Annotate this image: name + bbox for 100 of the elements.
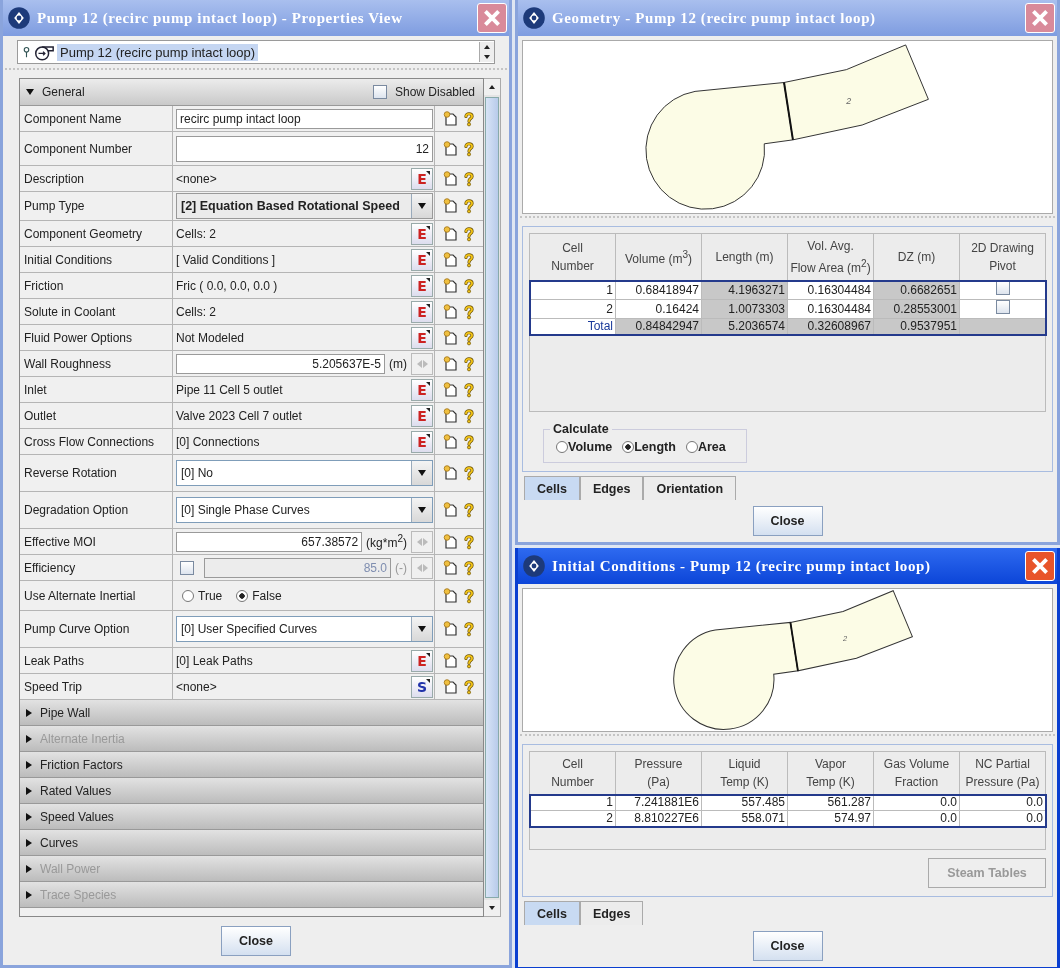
text-field[interactable]: recirc pump intact loop xyxy=(176,108,433,129)
help-icon[interactable] xyxy=(461,329,476,346)
document-icon[interactable] xyxy=(442,140,459,157)
tab[interactable]: Cells xyxy=(524,476,580,500)
close-button[interactable]: Close xyxy=(752,931,823,961)
dropdown[interactable]: [0] Single Phase Curves xyxy=(176,497,433,523)
radio-button[interactable] xyxy=(236,589,249,602)
document-icon[interactable] xyxy=(442,621,459,637)
close-window-button[interactable] xyxy=(477,3,507,33)
document-icon[interactable] xyxy=(442,587,459,604)
edit-button[interactable]: E xyxy=(411,222,433,245)
radio-button[interactable] xyxy=(182,589,194,602)
help-icon[interactable] xyxy=(461,587,476,604)
checkbox[interactable] xyxy=(372,85,387,99)
expand-toggle-icon[interactable] xyxy=(26,890,32,899)
help-icon[interactable] xyxy=(461,407,476,424)
help-icon[interactable] xyxy=(461,559,476,576)
document-icon[interactable] xyxy=(442,678,459,695)
checkbox[interactable] xyxy=(180,560,194,575)
help-icon[interactable] xyxy=(461,303,476,320)
section-header[interactable]: Rated Values xyxy=(20,778,483,804)
edit-button[interactable]: E xyxy=(411,430,433,453)
document-icon[interactable] xyxy=(442,533,459,550)
section-header[interactable]: Speed Values xyxy=(20,804,483,830)
document-icon[interactable] xyxy=(442,355,459,372)
edit-button[interactable]: E xyxy=(411,378,433,401)
radio-button[interactable] xyxy=(622,441,635,453)
expand-toggle-icon[interactable] xyxy=(26,708,32,717)
expand-toggle-icon[interactable] xyxy=(26,786,32,795)
section-header[interactable]: General Show Disabled xyxy=(20,79,483,106)
help-icon[interactable] xyxy=(461,170,476,187)
help-icon[interactable] xyxy=(461,533,476,550)
document-icon[interactable] xyxy=(442,465,459,481)
number-field[interactable]: 5.205637E-5 xyxy=(176,353,385,374)
section-header[interactable]: Curves xyxy=(20,830,483,856)
help-icon[interactable] xyxy=(461,502,476,518)
expand-toggle-icon[interactable] xyxy=(26,760,32,769)
radio-button[interactable] xyxy=(685,441,698,453)
document-icon[interactable] xyxy=(442,170,459,187)
help-icon[interactable] xyxy=(461,355,476,372)
help-icon[interactable] xyxy=(461,678,476,695)
help-icon[interactable] xyxy=(461,465,476,481)
document-icon[interactable] xyxy=(442,433,459,450)
edit-button[interactable]: E xyxy=(411,649,433,672)
tab[interactable]: Edges xyxy=(579,476,644,500)
document-icon[interactable] xyxy=(442,251,459,268)
document-icon[interactable] xyxy=(442,303,459,320)
document-icon[interactable] xyxy=(442,559,459,576)
document-icon[interactable] xyxy=(442,502,459,518)
help-icon[interactable] xyxy=(461,251,476,268)
document-icon[interactable] xyxy=(442,329,459,346)
document-icon[interactable] xyxy=(442,277,459,294)
expand-toggle-icon[interactable] xyxy=(26,812,32,821)
document-icon[interactable] xyxy=(442,198,459,214)
help-icon[interactable] xyxy=(461,140,476,157)
edit-button[interactable]: E xyxy=(411,248,433,271)
tab[interactable]: Orientation xyxy=(643,476,737,500)
dropdown[interactable]: [2] Equation Based Rotational Speed xyxy=(176,193,433,219)
help-icon[interactable] xyxy=(461,381,476,398)
close-window-button[interactable] xyxy=(1025,551,1055,581)
close-window-button[interactable] xyxy=(1025,3,1055,33)
help-icon[interactable] xyxy=(461,110,476,127)
tab[interactable]: Cells xyxy=(524,901,580,925)
document-icon[interactable] xyxy=(442,381,459,398)
help-icon[interactable] xyxy=(461,433,476,450)
component-selector[interactable]: Pump 12 (recirc pump intact loop) xyxy=(17,40,495,64)
number-field[interactable]: 12 xyxy=(176,135,433,162)
number-field[interactable]: 657.38572 xyxy=(176,531,363,552)
edit-button[interactable]: S xyxy=(411,675,433,698)
document-icon[interactable] xyxy=(442,652,459,669)
expand-toggle-icon[interactable] xyxy=(26,864,32,873)
edit-button[interactable]: E xyxy=(411,300,433,323)
close-button[interactable]: Close xyxy=(752,506,823,536)
help-icon[interactable] xyxy=(461,652,476,669)
help-icon[interactable] xyxy=(461,225,476,242)
document-icon[interactable] xyxy=(442,225,459,242)
edit-button[interactable]: E xyxy=(411,326,433,349)
app-logo-icon xyxy=(7,6,31,30)
dropdown[interactable]: [0] No xyxy=(176,460,433,486)
spinner-arrows-icon[interactable] xyxy=(479,42,494,62)
radio-button[interactable] xyxy=(556,441,568,453)
edit-button[interactable]: E xyxy=(411,404,433,427)
expand-toggle-icon[interactable] xyxy=(26,734,32,743)
help-icon[interactable] xyxy=(461,621,476,637)
edit-button[interactable]: E xyxy=(411,274,433,297)
edit-button[interactable]: E xyxy=(411,167,433,190)
document-icon[interactable] xyxy=(442,110,459,127)
help-icon[interactable] xyxy=(461,277,476,294)
scrollbar[interactable] xyxy=(484,78,501,917)
section-header[interactable]: Friction Factors xyxy=(20,752,483,778)
tab[interactable]: Edges xyxy=(579,901,644,925)
expand-toggle-icon[interactable] xyxy=(26,838,32,847)
checkbox[interactable] xyxy=(995,281,1010,295)
expand-toggle-icon[interactable] xyxy=(26,89,34,95)
help-icon[interactable] xyxy=(461,198,476,214)
checkbox[interactable] xyxy=(995,300,1010,314)
close-button[interactable]: Close xyxy=(221,926,291,956)
dropdown[interactable]: [0] User Specified Curves xyxy=(176,616,433,642)
section-header[interactable]: Pipe Wall xyxy=(20,700,483,726)
document-icon[interactable] xyxy=(442,407,459,424)
